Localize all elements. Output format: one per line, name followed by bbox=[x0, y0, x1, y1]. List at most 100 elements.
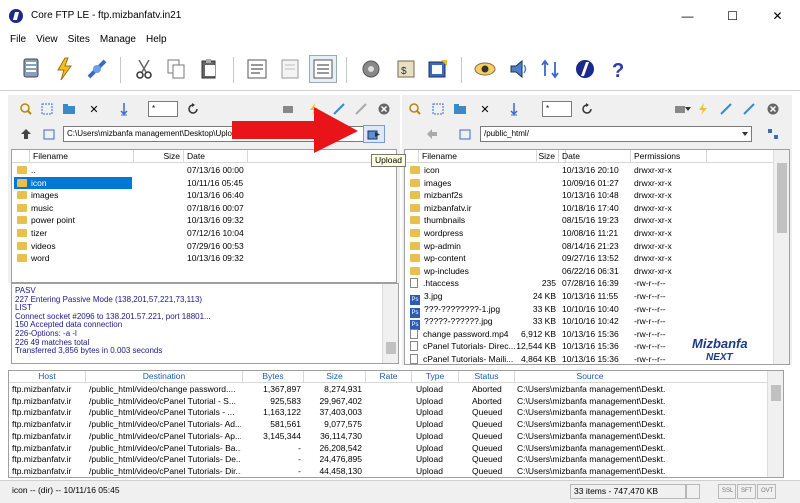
file-name[interactable]: videos bbox=[14, 240, 132, 252]
upload-button[interactable] bbox=[363, 125, 385, 143]
col-host[interactable]: Host bbox=[9, 371, 86, 383]
remote-find-icon[interactable] bbox=[407, 101, 423, 117]
remote-transfer-icon[interactable] bbox=[506, 101, 522, 117]
new-folder-icon[interactable] bbox=[61, 101, 77, 117]
local-root-icon[interactable] bbox=[41, 126, 57, 142]
file-name[interactable]: mizbanf2s bbox=[407, 189, 535, 201]
file-name[interactable]: icon bbox=[14, 176, 132, 189]
local-close-icon[interactable] bbox=[376, 101, 392, 117]
file-name[interactable]: wp-admin bbox=[407, 240, 535, 252]
remote-file-row[interactable]: .htaccess 235 07/28/16 16:39 -rw-r--r-- bbox=[405, 277, 789, 290]
local-refresh-icon[interactable] bbox=[185, 101, 201, 117]
disconnect-icon[interactable] bbox=[83, 55, 111, 83]
remote-select-icon[interactable] bbox=[430, 101, 446, 117]
transfer-queue[interactable]: Host Destination Bytes Size Rate Type St… bbox=[8, 370, 784, 478]
remote-root-icon[interactable] bbox=[457, 126, 473, 142]
file-name[interactable]: wp-includes bbox=[407, 265, 535, 277]
auto-mode-icon[interactable] bbox=[309, 55, 337, 83]
local-filter-input[interactable]: * bbox=[148, 101, 178, 117]
find-icon[interactable] bbox=[18, 101, 34, 117]
local-file-row[interactable]: word 10/13/16 09:32 bbox=[12, 252, 396, 265]
connect-icon[interactable] bbox=[17, 55, 45, 83]
remote-link-icon[interactable] bbox=[718, 101, 734, 117]
file-name[interactable]: .. bbox=[14, 164, 132, 176]
col-rate[interactable]: Rate bbox=[366, 371, 412, 383]
menu-help[interactable]: Help bbox=[141, 34, 172, 45]
file-name[interactable]: wp-content bbox=[407, 252, 535, 264]
transfer-row[interactable]: ftp.mizbanfatv.ir/public_html/video/cPan… bbox=[9, 407, 783, 419]
close-button[interactable]: ✕ bbox=[755, 0, 800, 31]
file-name[interactable]: wordpress bbox=[407, 227, 535, 239]
menu-file[interactable]: File bbox=[0, 34, 31, 45]
col-size[interactable]: Size bbox=[134, 150, 184, 163]
col-type[interactable]: Type bbox=[412, 371, 459, 383]
paste-icon[interactable] bbox=[195, 55, 223, 83]
remote-drive-dropdown-icon[interactable] bbox=[684, 101, 692, 117]
remote-file-row[interactable]: wp-content 09/27/16 13:52 drwxr-xr-x bbox=[405, 252, 789, 265]
remote-scrollbar[interactable] bbox=[773, 150, 789, 364]
site-manager-icon[interactable]: $ bbox=[392, 55, 420, 83]
file-name[interactable]: icon bbox=[407, 164, 535, 176]
transfer-row[interactable]: ftp.mizbanfatv.ir/public_html/video/cPan… bbox=[9, 443, 783, 455]
remote-file-row[interactable]: wordpress 10/08/16 11:21 drwxr-xr-x bbox=[405, 227, 789, 240]
file-name[interactable]: power point bbox=[14, 214, 132, 226]
col-destination[interactable]: Destination bbox=[86, 371, 243, 383]
menu-manage[interactable]: Manage bbox=[95, 34, 141, 45]
local-file-row[interactable]: music 07/18/16 00:07 bbox=[12, 202, 396, 215]
remote-back-icon[interactable] bbox=[424, 126, 440, 142]
transfer-row[interactable]: ftp.mizbanfatv.ir/public_html/video/cPan… bbox=[9, 454, 783, 466]
local-file-row[interactable]: power point 10/13/16 09:32 bbox=[12, 214, 396, 227]
copy-icon[interactable] bbox=[162, 55, 190, 83]
remote-file-row[interactable]: Ps ???-????????-1.jpg 33 KB 10/10/16 10:40-… bbox=[405, 303, 789, 318]
file-name[interactable]: thumbnails bbox=[407, 214, 535, 226]
local-file-list[interactable]: Filename Size Date .. 07/13/16 00:00 icon 1… bbox=[11, 149, 397, 283]
remote-view-icon[interactable] bbox=[765, 126, 781, 142]
local-file-row[interactable]: .. 07/13/16 00:00 bbox=[12, 164, 396, 177]
col-filename[interactable]: Filename bbox=[30, 150, 134, 163]
text-mode-icon[interactable] bbox=[243, 55, 271, 83]
col-permissions[interactable]: Permissions bbox=[631, 150, 707, 163]
remote-file-row[interactable]: thumbnails 08/15/16 19:23 drwxr-xr-x bbox=[405, 214, 789, 227]
view-icon[interactable] bbox=[471, 55, 499, 83]
local-file-row[interactable]: icon 10/11/16 05:45 bbox=[12, 176, 396, 190]
transfer-row[interactable]: ftp.mizbanfatv.ir/public_html/video/cPan… bbox=[9, 466, 783, 477]
remote-file-row[interactable]: Ps ?????-??????.jpg 33 KB 10/10/16 10:42 -rw… bbox=[405, 315, 789, 331]
file-name[interactable]: images bbox=[14, 189, 132, 201]
minimize-button[interactable]: — bbox=[665, 0, 710, 31]
sync-icon[interactable] bbox=[536, 55, 564, 83]
local-up-icon[interactable] bbox=[18, 126, 34, 142]
file-name[interactable]: word bbox=[14, 252, 132, 264]
file-name[interactable]: images bbox=[407, 177, 535, 189]
log-scrollbar[interactable] bbox=[382, 284, 398, 363]
remote-unlink-icon[interactable] bbox=[741, 101, 757, 117]
remote-connect-icon[interactable] bbox=[695, 101, 711, 117]
file-name[interactable]: mizbanfatv.ir bbox=[407, 202, 535, 214]
col-size[interactable]: Size bbox=[512, 150, 559, 163]
remote-file-list[interactable]: Filename Size Date Permissions icon 10/13… bbox=[404, 149, 790, 365]
transfer-row[interactable]: ftp.mizbanfatv.ir/public_html/video/cPan… bbox=[9, 396, 783, 408]
col-bytes[interactable]: Bytes bbox=[243, 371, 304, 383]
file-name[interactable]: tizer bbox=[14, 227, 132, 239]
remote-file-row[interactable]: wp-includes 06/22/16 06:31 drwxr-xr-x bbox=[405, 265, 789, 278]
select-icon[interactable] bbox=[39, 101, 55, 117]
transfer-row[interactable]: ftp.mizbanfatv.ir/public_html/video/cPan… bbox=[9, 431, 783, 443]
transfer-row[interactable]: ftp.mizbanfatv.ir/public_html/video/cPan… bbox=[9, 419, 783, 431]
transfer-row[interactable]: ftp.mizbanfatv.ir/public_html/video/chan… bbox=[9, 384, 783, 396]
remote-close-icon[interactable] bbox=[765, 101, 781, 117]
remote-refresh-icon[interactable] bbox=[579, 101, 595, 117]
quick-connect-icon[interactable] bbox=[50, 55, 78, 83]
remote-path-dropdown-icon[interactable] bbox=[738, 127, 751, 141]
sound-icon[interactable] bbox=[505, 55, 533, 83]
col-status[interactable]: Status bbox=[459, 371, 515, 383]
maximize-button[interactable]: ☐ bbox=[710, 0, 755, 31]
settings-icon[interactable] bbox=[357, 55, 385, 83]
col-source[interactable]: Source bbox=[515, 371, 665, 383]
remote-file-row[interactable]: Ps 3.jpg 24 KB 10/13/16 11:55 -rw-r--r-- bbox=[405, 290, 789, 305]
remote-file-row[interactable]: images 10/09/16 01:27 drwxr-xr-x bbox=[405, 177, 789, 190]
delete-icon[interactable]: ✕ bbox=[86, 101, 102, 117]
remote-file-row[interactable]: icon 10/13/16 20:10 drwxr-xr-x bbox=[405, 164, 789, 177]
local-file-row[interactable]: images 10/13/16 06:40 bbox=[12, 189, 396, 202]
cut-icon[interactable] bbox=[130, 55, 158, 83]
remote-delete-icon[interactable]: ✕ bbox=[477, 101, 493, 117]
remote-file-row[interactable]: wp-admin 08/14/16 21:23 drwxr-xr-x bbox=[405, 240, 789, 253]
